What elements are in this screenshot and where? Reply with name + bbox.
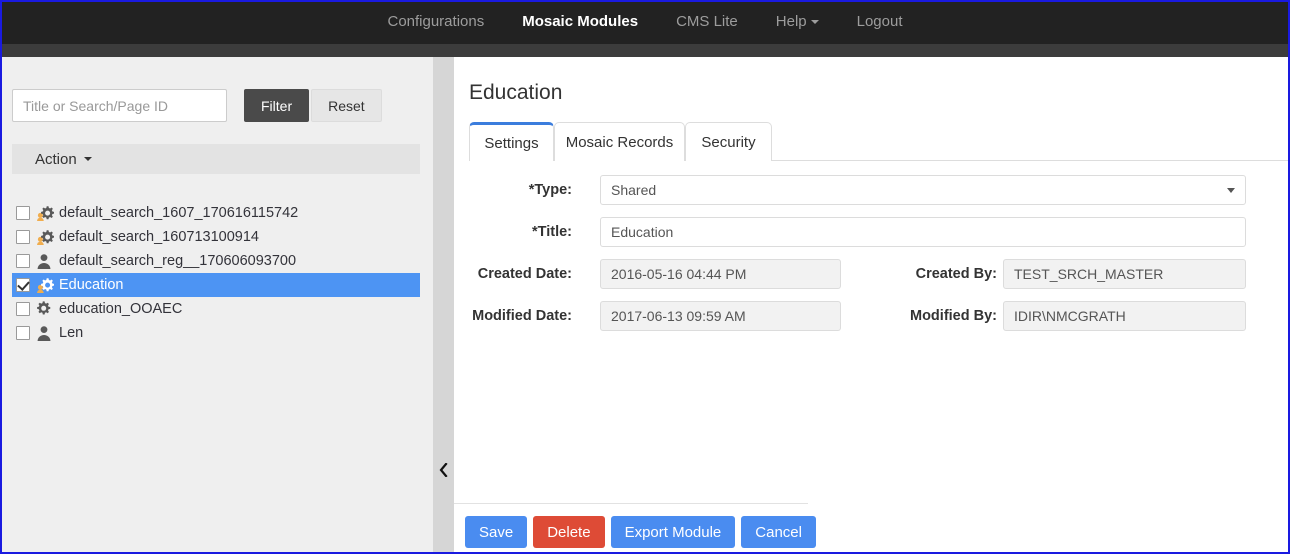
nav-item-label: CMS Lite	[676, 13, 738, 30]
action-dropdown-label: Action	[12, 151, 77, 168]
tab-label: Security	[701, 134, 755, 151]
list-item-label: default_search_160713100914	[59, 229, 259, 245]
chevron-down-icon	[1227, 188, 1235, 193]
row-checkbox[interactable]	[16, 206, 30, 220]
settings-form: *Type: Shared *Title: Education Created …	[454, 175, 1290, 343]
modified-date-label: Modified Date:	[454, 301, 572, 331]
save-button[interactable]: Save	[465, 516, 527, 548]
nav-item-label: Logout	[857, 13, 903, 30]
list-item-label: education_OOAEC	[59, 301, 182, 317]
person-icon	[34, 252, 54, 270]
action-dropdown[interactable]: Action	[12, 144, 420, 174]
modified-date-value: 2017-06-13 09:59 AM	[600, 301, 841, 331]
list-item[interactable]: default_search_1607_170616115742	[12, 201, 420, 225]
chevron-down-icon	[84, 157, 92, 161]
chevron-left-icon	[439, 463, 448, 477]
shared-gear-icon	[34, 228, 54, 246]
secondary-nav-strip	[0, 44, 1290, 57]
tab-label: Settings	[484, 135, 538, 152]
form-row-created: Created Date: 2016-05-16 04:44 PM Create…	[454, 259, 1290, 301]
form-row-type: *Type: Shared	[454, 175, 1290, 217]
sidebar-collapse-handle[interactable]	[433, 57, 454, 554]
row-checkbox[interactable]	[16, 254, 30, 268]
created-by-value: TEST_SRCH_MASTER	[1003, 259, 1246, 289]
form-row-modified: Modified Date: 2017-06-13 09:59 AM Modif…	[454, 301, 1290, 343]
delete-button[interactable]: Delete	[533, 516, 604, 548]
nav-item-cms-lite[interactable]: CMS Lite	[657, 0, 757, 44]
modified-by-label: Modified By:	[854, 301, 997, 331]
module-list: default_search_1607_170616115742 default…	[12, 201, 420, 345]
created-by-label: Created By:	[854, 259, 997, 289]
title-input-value: Education	[611, 224, 673, 240]
tab-security[interactable]: Security	[685, 122, 772, 161]
footer-actions: Save Delete Export Module Cancel	[465, 516, 816, 548]
page-title: Education	[469, 81, 562, 105]
list-item[interactable]: default_search_160713100914	[12, 225, 420, 249]
nav-item-logout[interactable]: Logout	[838, 0, 922, 44]
nav-item-label: Configurations	[387, 13, 484, 30]
person-icon	[34, 324, 54, 342]
row-checkbox[interactable]	[16, 302, 30, 316]
title-label: *Title:	[454, 217, 572, 247]
created-date-label: Created Date:	[454, 259, 572, 289]
nav-items: Configurations Mosaic Modules CMS Lite H…	[368, 0, 921, 44]
list-item-label: Len	[59, 325, 83, 341]
search-input[interactable]	[12, 89, 227, 122]
tab-mosaic-records[interactable]: Mosaic Records	[554, 122, 685, 161]
cancel-button[interactable]: Cancel	[741, 516, 816, 548]
row-checkbox[interactable]	[16, 230, 30, 244]
reset-button[interactable]: Reset	[311, 89, 382, 122]
row-checkbox[interactable]	[16, 278, 30, 292]
list-item-education[interactable]: Education	[12, 273, 420, 297]
created-date-value: 2016-05-16 04:44 PM	[600, 259, 841, 289]
nav-item-configurations[interactable]: Configurations	[368, 0, 503, 44]
nav-item-label: Help	[776, 13, 807, 30]
type-label: *Type:	[454, 175, 572, 205]
type-select[interactable]: Shared	[600, 175, 1246, 205]
modified-by-value: IDIR\NMCGRATH	[1003, 301, 1246, 331]
detail-panel: Education Settings Mosaic Records Securi…	[454, 57, 1290, 554]
row-checkbox[interactable]	[16, 326, 30, 340]
chevron-down-icon	[811, 20, 819, 24]
list-item[interactable]: education_OOAEC	[12, 297, 420, 321]
sidebar-panel: Filter Reset Action default_search_1607_…	[0, 57, 433, 554]
gear-icon	[34, 300, 54, 318]
tab-bar: Settings Mosaic Records Security	[469, 122, 1290, 160]
export-module-button[interactable]: Export Module	[611, 516, 736, 548]
top-navigation-bar: Configurations Mosaic Modules CMS Lite H…	[0, 0, 1290, 44]
shared-gear-icon	[34, 204, 54, 222]
nav-item-mosaic-modules[interactable]: Mosaic Modules	[503, 0, 657, 44]
list-item-label: Education	[59, 277, 124, 293]
list-item-label: default_search_reg__170606093700	[59, 253, 296, 269]
title-input[interactable]: Education	[600, 217, 1246, 247]
search-row: Filter Reset	[12, 89, 382, 122]
list-item[interactable]: Len	[12, 321, 420, 345]
tab-settings[interactable]: Settings	[469, 122, 554, 161]
type-select-value: Shared	[611, 182, 656, 198]
form-row-title: *Title: Education	[454, 217, 1290, 259]
tab-label: Mosaic Records	[566, 134, 674, 151]
list-item[interactable]: default_search_reg__170606093700	[12, 249, 420, 273]
nav-item-help[interactable]: Help	[757, 0, 838, 44]
list-item-label: default_search_1607_170616115742	[59, 205, 298, 221]
nav-item-label: Mosaic Modules	[522, 13, 638, 30]
filter-button[interactable]: Filter	[244, 89, 309, 122]
shared-gear-icon	[34, 276, 54, 294]
footer-divider	[454, 503, 808, 504]
